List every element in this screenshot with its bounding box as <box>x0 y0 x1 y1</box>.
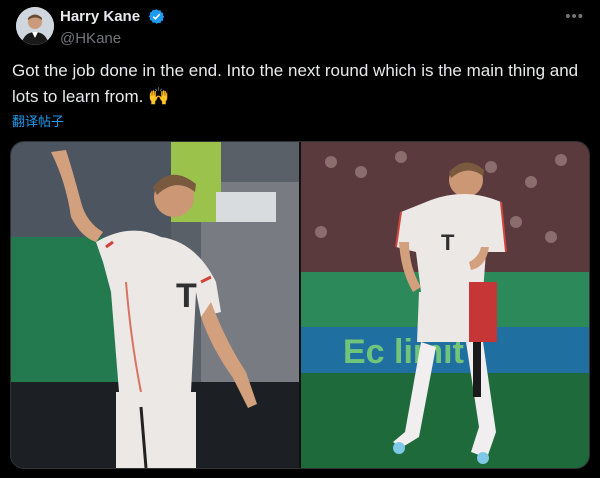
author-handle[interactable]: @HKane <box>60 30 165 47</box>
media-grid: T Ec limit T <box>10 141 590 469</box>
author-avatar[interactable] <box>16 7 54 45</box>
verified-badge-icon <box>148 9 164 25</box>
tweet-text: Got the job done in the end. Into the ne… <box>12 61 579 106</box>
photo-player-waving[interactable]: T <box>11 142 299 468</box>
photo-player-celebrating[interactable]: Ec limit T <box>301 142 589 468</box>
tweet-header: Harry Kane @HKane ••• <box>12 6 588 47</box>
svg-text:T: T <box>176 277 197 315</box>
more-options-icon[interactable]: ••• <box>565 8 584 25</box>
svg-text:T: T <box>441 230 455 255</box>
translate-post-link[interactable]: 翻译帖子 <box>12 111 64 130</box>
author-display-name[interactable]: Harry Kane <box>60 8 140 25</box>
